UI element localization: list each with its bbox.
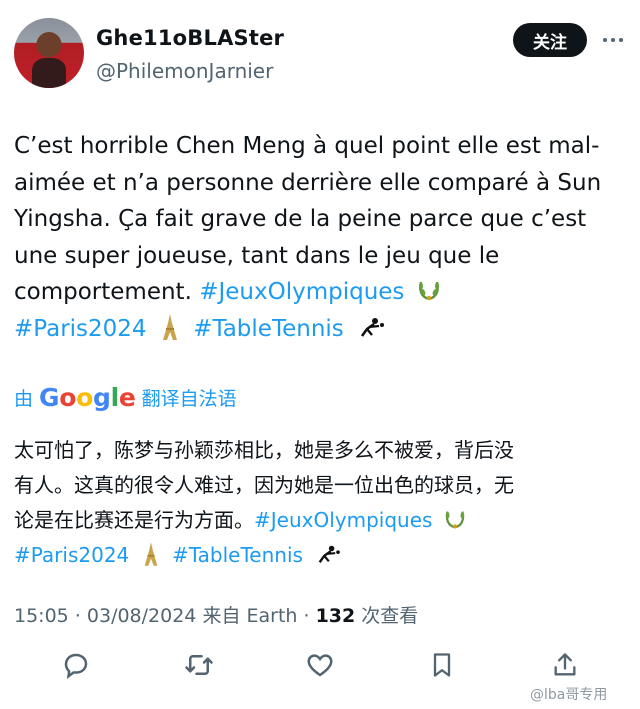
tweet-text: C’est horrible Chen Meng à quel point el… <box>14 128 624 347</box>
translation-line: 有人。这真的很令人难过，因为她是一位出色的球员，无 <box>14 473 514 497</box>
translated-by-google[interactable]: 由 Google 翻译自法语 <box>14 383 237 412</box>
reply-icon[interactable] <box>59 648 93 682</box>
tweet-line: #Paris2024 #TableTennis <box>14 311 624 348</box>
translation-line: 太可怕了，陈梦与孙颖莎相比，她是多么不被爱，背后没 <box>14 438 514 462</box>
tweet-text-segment: comportement. <box>14 279 200 305</box>
google-logo: Google <box>39 383 136 412</box>
tweet-source: 来自 Earth <box>202 605 298 627</box>
ping-pong-emoji-icon <box>361 317 385 337</box>
google-logo-letter: G <box>39 383 60 412</box>
view-count: 132 <box>315 605 356 627</box>
retweet-icon[interactable] <box>182 648 216 682</box>
google-logo-letter: o <box>76 383 94 412</box>
tweet-line: comportement. #JeuxOlympiques <box>14 274 624 311</box>
ping-pong-emoji-icon <box>318 545 341 563</box>
hashtag-paris-2024[interactable]: #Paris2024 <box>14 543 129 567</box>
tweet-line: aimée et n’a personne derrière elle comp… <box>14 169 602 196</box>
google-logo-letter: l <box>110 383 120 412</box>
follow-button[interactable]: 关注 <box>513 23 587 57</box>
display-name[interactable]: Ghe11oBLASter <box>96 26 284 50</box>
share-icon[interactable] <box>548 648 582 682</box>
tweet-time[interactable]: 15:05 <box>14 605 69 627</box>
olympic-wreath-emoji-icon <box>418 281 439 301</box>
like-icon[interactable] <box>303 648 337 682</box>
hashtag-jeux-olympiques[interactable]: #JeuxOlympiques <box>254 508 432 532</box>
action-bar <box>0 648 640 688</box>
more-options-icon[interactable] <box>599 26 627 54</box>
translation-text-segment: 论是在比赛还是行为方面。 <box>14 508 254 532</box>
avatar[interactable] <box>14 18 84 88</box>
view-label: 次查看 <box>355 605 419 627</box>
translation-line: 论是在比赛还是行为方面。#JeuxOlympiques <box>14 503 629 538</box>
eiffel-tower-emoji-icon <box>144 542 157 566</box>
olympic-wreath-emoji-icon <box>445 511 465 529</box>
eiffel-tower-emoji-icon <box>162 313 177 340</box>
google-logo-letter: g <box>93 383 111 412</box>
user-handle[interactable]: @PhilemonJarnier <box>96 59 273 83</box>
translation-line: #Paris2024 #TableTennis <box>14 538 629 573</box>
hashtag-paris-2024[interactable]: #Paris2024 <box>14 316 147 342</box>
translated-text: 太可怕了，陈梦与孙颖莎相比，她是多么不被爱，背后没 有人。这真的很令人难过，因为… <box>14 433 629 573</box>
hashtag-jeux-olympiques[interactable]: #JeuxOlympiques <box>199 279 404 305</box>
tweet-line: une super joueuse, tant dans le jeu que … <box>14 242 500 269</box>
tweet-meta: 15:05 · 03/08/2024 来自 Earth · 132 次查看 <box>14 605 419 627</box>
tweet-line: Yingsha. Ça fait grave de la peine parce… <box>14 206 587 232</box>
hashtag-table-tennis[interactable]: #TableTennis <box>172 543 303 567</box>
google-logo-letter: e <box>118 383 136 412</box>
translate-prefix: 由 <box>14 388 34 410</box>
weibo-watermark: @lba哥专用 <box>530 687 608 703</box>
tweet-date[interactable]: 03/08/2024 <box>87 605 197 627</box>
bookmark-icon[interactable] <box>425 648 459 682</box>
hashtag-table-tennis[interactable]: #TableTennis <box>193 316 344 342</box>
translate-suffix: 翻译自法语 <box>141 388 237 410</box>
google-logo-letter: o <box>59 383 77 412</box>
tweet-line: C’est horrible Chen Meng à quel point el… <box>14 133 600 159</box>
